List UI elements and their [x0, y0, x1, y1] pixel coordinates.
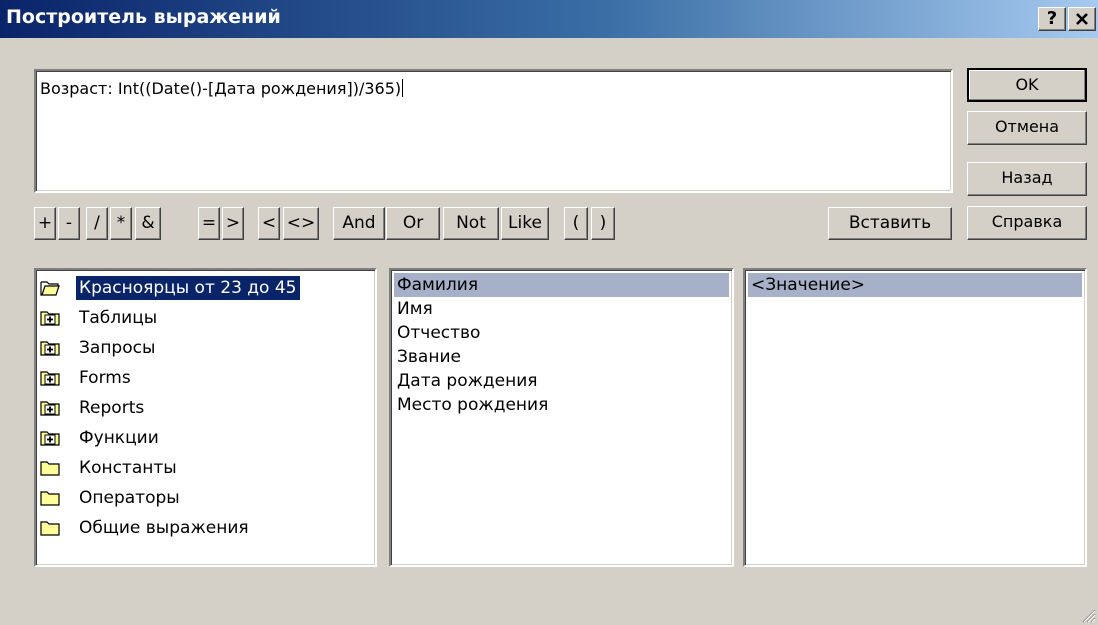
operator-not-equal-button[interactable]: <> [283, 207, 319, 240]
operator-plus-button[interactable]: + [34, 207, 56, 240]
close-icon [1076, 13, 1088, 25]
help-button[interactable]: Справка [967, 206, 1087, 240]
values-list[interactable]: <Значение> [743, 268, 1087, 567]
operator-less-button[interactable]: < [258, 207, 280, 240]
list-item[interactable]: <Значение> [748, 273, 1082, 297]
expand-folder-icon [40, 341, 60, 356]
expand-folder-icon [40, 401, 60, 416]
operator-minus-button[interactable]: - [58, 207, 80, 240]
folder-icon [40, 461, 60, 476]
operator-ampersand-button[interactable]: & [135, 207, 161, 240]
list-item[interactable]: Отчество [394, 321, 729, 345]
folder-icon [40, 521, 60, 536]
title-bar[interactable]: Построитель выражений ? [0, 0, 1098, 38]
list-item[interactable]: Звание [394, 345, 729, 369]
tree-item-label: Forms [79, 368, 131, 388]
tree-item-label: Таблицы [79, 308, 158, 328]
insert-button[interactable]: Вставить [828, 207, 952, 240]
tree-item-label: Reports [79, 398, 145, 418]
operator-and-button[interactable]: And [333, 207, 385, 240]
tree-item-label: Функции [79, 428, 159, 448]
tree-item-label: Общие выражения [79, 518, 249, 538]
operator-or-button[interactable]: Or [386, 207, 440, 240]
ok-button[interactable]: OK [967, 68, 1087, 102]
expression-textarea[interactable]: Возраст: Int((Date()-[Дата рождения])/36… [34, 69, 953, 193]
tree-item-label: Операторы [79, 488, 180, 508]
fields-list[interactable]: Фамилия Имя Отчество Звание Дата рождени… [389, 268, 734, 567]
tree-item-label: Константы [79, 458, 177, 478]
back-button[interactable]: Назад [967, 162, 1087, 196]
list-item[interactable]: Фамилия [394, 273, 729, 297]
tree-item-label: Запросы [79, 338, 156, 358]
operator-greater-button[interactable]: > [222, 207, 244, 240]
list-item[interactable]: Имя [394, 297, 729, 321]
list-item[interactable]: Место рождения [394, 393, 729, 417]
operator-like-button[interactable]: Like [501, 207, 549, 240]
object-tree-list[interactable]: Красноярцы от 23 до 45 Таблицы Запросы F… [34, 268, 377, 567]
resize-grip-icon[interactable] [1080, 607, 1096, 623]
list-item[interactable]: Дата рождения [394, 369, 729, 393]
expand-folder-icon [40, 431, 60, 446]
operator-not-button[interactable]: Not [443, 207, 499, 240]
operator-divide-button[interactable]: / [86, 207, 108, 240]
open-paren-button[interactable]: ( [564, 207, 588, 240]
operator-multiply-button[interactable]: * [110, 207, 132, 240]
text-caret [402, 79, 404, 97]
expand-folder-icon [40, 371, 60, 386]
expand-folder-icon [40, 311, 60, 326]
tree-item-label: Красноярцы от 23 до 45 [76, 276, 300, 300]
close-button[interactable] [1068, 7, 1096, 31]
cancel-button[interactable]: Отмена [967, 111, 1087, 145]
folder-icon [40, 491, 60, 506]
open-folder-icon [40, 281, 60, 296]
expression-text: Возраст: Int((Date()-[Дата рождения])/36… [40, 79, 402, 98]
close-paren-button[interactable]: ) [591, 207, 615, 240]
operator-equals-button[interactable]: = [198, 207, 220, 240]
help-title-button[interactable]: ? [1038, 7, 1066, 31]
window-title: Построитель выражений [6, 6, 281, 28]
